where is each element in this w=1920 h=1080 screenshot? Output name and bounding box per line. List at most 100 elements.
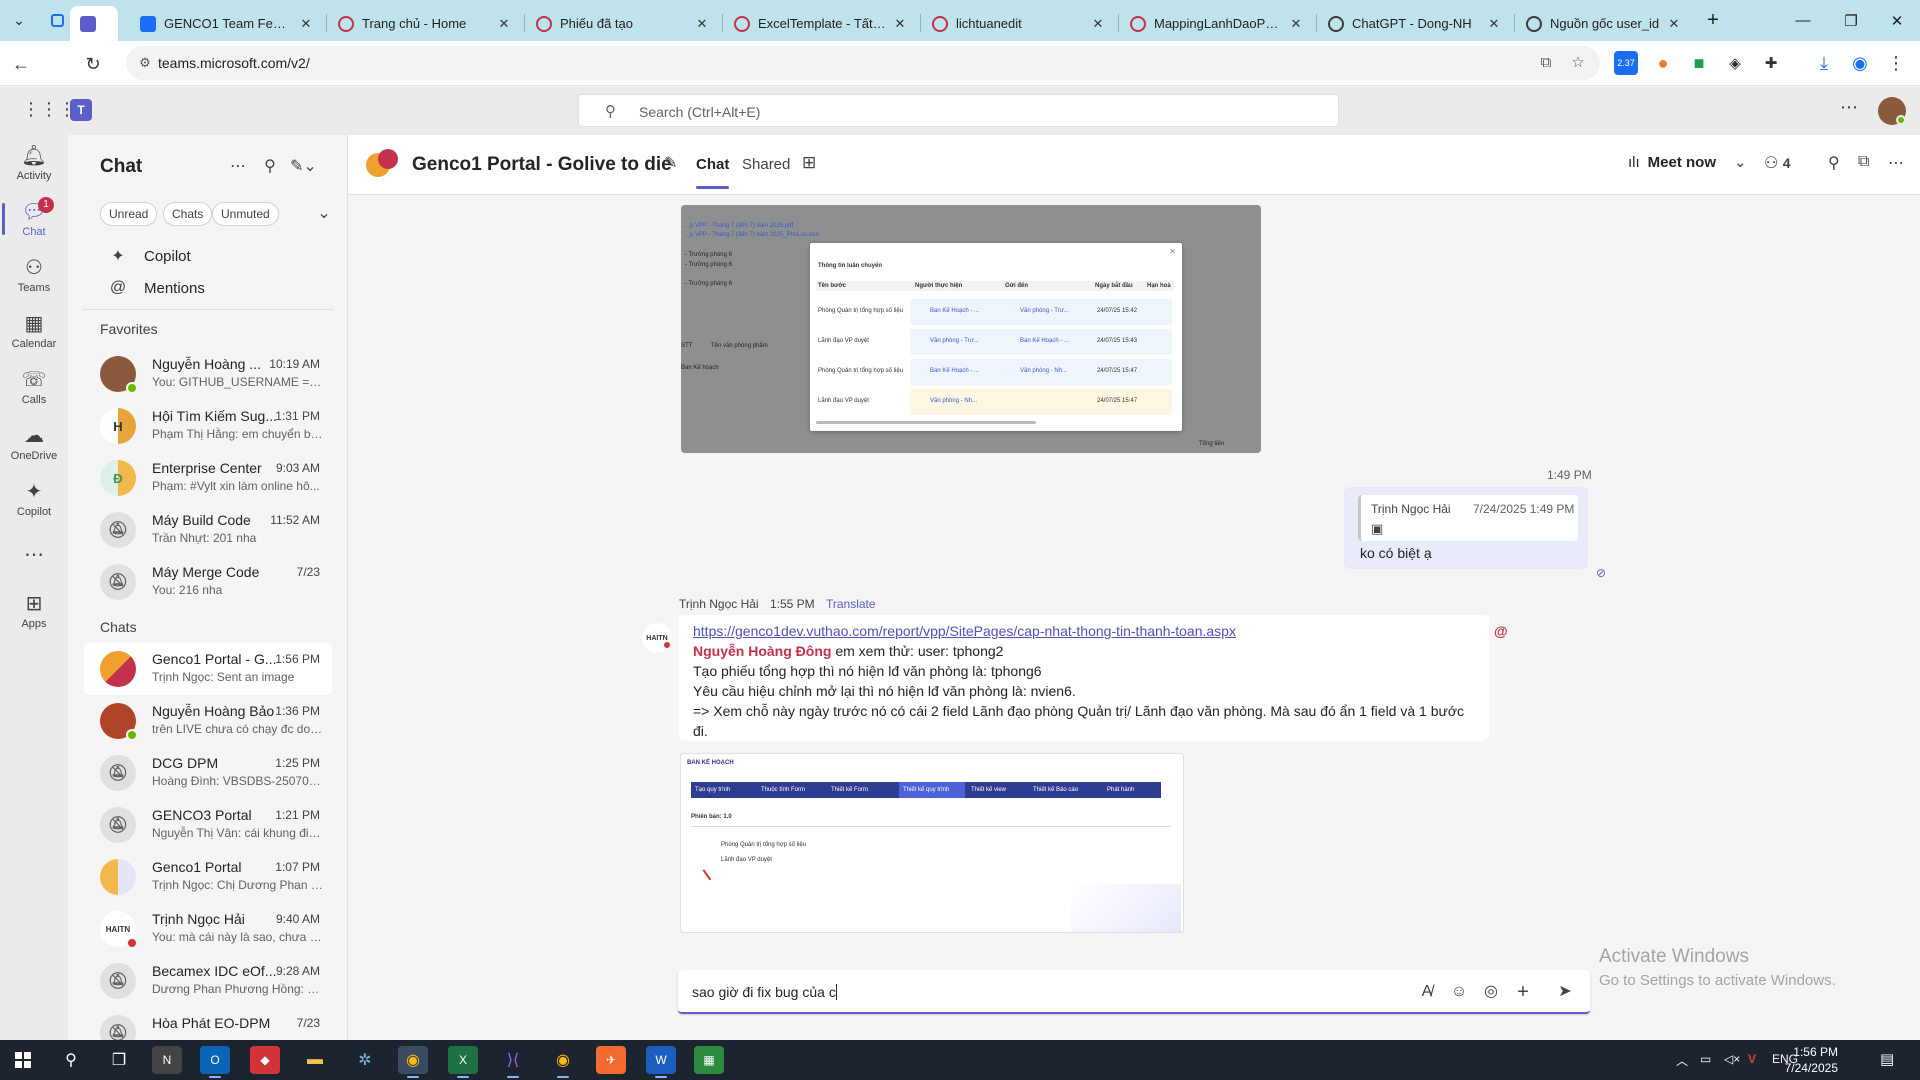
browser-tab-1[interactable]: GENCO1 Team Features ✕ [130, 6, 324, 41]
chrome-icon[interactable]: ◉ [398, 1046, 428, 1078]
new-tab-plus-icon[interactable]: + [1700, 8, 1726, 32]
meet-now-button[interactable]: ılı Meet now ⌄ [1628, 153, 1747, 172]
message-image[interactable]: ...p VPP - Tháng 7 (đến 7) năm 2025.pdf … [681, 205, 1261, 453]
extensions-puzzle-icon[interactable]: ✚ [1759, 51, 1783, 75]
lang-indicator[interactable]: ENG [1772, 1052, 1798, 1066]
participants-button[interactable]: ⚇ 4 [1764, 153, 1791, 173]
close-icon[interactable]: ✕ [892, 16, 908, 32]
format-icon[interactable]: A̸ [1416, 981, 1438, 1003]
message-bubble[interactable]: https://genco1dev.vuthao.com/report/vpp/… [679, 615, 1489, 741]
nav-mentions[interactable]: @ Mentions [68, 272, 347, 304]
search-input[interactable]: ⚲ Search (Ctrl+Alt+E) [578, 94, 1339, 127]
filter-chats[interactable]: Chats [163, 202, 213, 226]
rail-more-apps[interactable]: ⋯ [0, 527, 68, 583]
spreadsheet-app-icon[interactable]: ▦ [694, 1046, 724, 1074]
more-options-icon[interactable]: ⋯ [226, 155, 250, 179]
message-bubble-self[interactable]: Trịnh Ngọc Hải 7/24/2025 1:49 PM ▣ ko có… [1344, 487, 1588, 569]
close-icon[interactable]: ✕ [298, 16, 314, 32]
network-app-icon[interactable]: ✲ [350, 1046, 380, 1074]
chat-list-item[interactable]: Nguyễn Hoàng Bảo 1:36 PM trên LIVE chưa … [84, 695, 332, 747]
chat-list-item[interactable]: 🔕︎ Becamex IDC eOf... 9:28 AM Dương Phan… [84, 955, 332, 1007]
notion-icon[interactable]: N [152, 1046, 182, 1074]
tab-chat[interactable]: Chat [696, 156, 730, 189]
chrome-profile-icon[interactable]: ◉ [548, 1046, 578, 1078]
chat-list-item[interactable]: Genco1 Portal 1:07 PM Trịnh Ngọc: Chị Dư… [84, 851, 332, 903]
message-image[interactable]: BAN KẾ HOẠCH Tạo quy trình Thuộc tính Fo… [680, 753, 1184, 933]
filter-unread[interactable]: Unread [100, 202, 158, 226]
compose-box[interactable]: sao giờ đi fix bug của c A̸ ☺ ◎ + ➤ [678, 970, 1590, 1014]
send-icon[interactable]: ➤ [1554, 981, 1576, 1003]
minimize-icon[interactable]: — [1780, 0, 1826, 41]
file-explorer-icon[interactable]: ▬ [300, 1046, 330, 1074]
app-launcher-icon[interactable]: ⋮⋮⋮ [22, 99, 76, 120]
chat-list-item[interactable]: 🔕︎ GENCO3 Portal 1:21 PM Nguyễn Thị Vân:… [84, 799, 332, 851]
rail-item-copilot[interactable]: ✦ Copilot [0, 471, 68, 527]
back-arrow-icon[interactable]: ← [6, 49, 36, 79]
chat-list-item[interactable]: 🔕︎ DCG DPM 1:25 PM Hoàng Đình: VBSDBS-25… [84, 747, 332, 799]
install-app-icon[interactable]: ⧉ [1536, 54, 1556, 74]
visual-studio-icon[interactable]: ⟩⟨ [498, 1046, 528, 1078]
close-icon[interactable]: ✕ [694, 16, 710, 32]
chat-list-item-active[interactable]: Genco1 Portal - G... 1:56 PM Trịnh Ngọc:… [84, 643, 332, 695]
chat-list-item[interactable]: Nguyễn Hoàng ... 10:19 AM You: GITHUB_US… [84, 348, 332, 400]
tab-shared[interactable]: Shared [742, 156, 790, 173]
close-icon[interactable]: ✕ [1288, 16, 1304, 32]
edit-pencil-icon[interactable]: ✎ [664, 153, 677, 173]
reload-icon[interactable]: ↻ [78, 49, 108, 79]
browser-tab-7[interactable]: ChatGPT - Dong-NH ✕ [1318, 6, 1512, 41]
chat-list-item[interactable]: H Hội Tìm Kiếm Sug... 1:31 PM Phạm Thị H… [84, 400, 332, 452]
search-icon[interactable]: ⚲ [258, 155, 282, 179]
download-icon[interactable]: ⤓ [1812, 51, 1836, 75]
loop-icon[interactable]: ◎ [1480, 981, 1502, 1003]
site-info-icon[interactable]: ⚙ [136, 54, 154, 72]
outlook-icon[interactable]: O [200, 1046, 230, 1078]
chat-list-item[interactable]: 🔕︎ Máy Build Code 11:52 AM Trần Nhựt: 20… [84, 504, 332, 556]
chat-list-item[interactable]: 🔕︎ Hòa Phát EO-DPM 7/23 [84, 1007, 332, 1040]
more-options-icon[interactable]: ⋯ [1888, 153, 1904, 173]
system-clock[interactable]: 1:56 PM 7/24/2025 [1700, 1044, 1838, 1076]
extension-green-icon[interactable]: ■ [1687, 51, 1711, 75]
close-icon[interactable]: ✕ [496, 16, 512, 32]
rail-item-activity[interactable]: 🔔︎ Activity [0, 135, 68, 191]
bookmark-star-icon[interactable]: ☆ [1568, 54, 1588, 74]
extension-shield-icon[interactable]: ◈ [1723, 51, 1747, 75]
close-icon[interactable]: ✕ [1666, 16, 1682, 32]
postman-icon[interactable]: ✈ [596, 1046, 626, 1074]
translate-link[interactable]: Translate [826, 597, 876, 611]
tab-group-icon[interactable] [44, 8, 70, 32]
extension-orange-icon[interactable]: ● [1651, 51, 1675, 75]
tab-teams-active[interactable] [70, 6, 118, 41]
tray-chevron-up-icon[interactable]: ︿ [1676, 1052, 1688, 1069]
tab-search-chevron-icon[interactable]: ⌄ [6, 8, 32, 32]
restore-icon[interactable]: ❐ [1828, 0, 1874, 41]
quoted-reply[interactable]: Trịnh Ngọc Hải 7/24/2025 1:49 PM ▣ [1358, 495, 1578, 541]
browser-tab-4[interactable]: ExcelTemplate - Tất cả ✕ [724, 6, 918, 41]
task-view-icon[interactable]: ❐ [104, 1046, 134, 1074]
rail-item-onedrive[interactable]: ☁ OneDrive [0, 415, 68, 471]
new-chat-icon[interactable]: ✎⌄ [290, 155, 317, 179]
anydesk-icon[interactable]: ◆ [250, 1046, 280, 1074]
more-options-icon[interactable]: ⋯ [1840, 97, 1858, 118]
windows-start-icon[interactable] [8, 1046, 38, 1074]
rail-item-apps[interactable]: ⊞ Apps [0, 583, 68, 639]
message-link[interactable]: https://genco1dev.vuthao.com/report/vpp/… [693, 623, 1236, 639]
filter-unmuted[interactable]: Unmuted [212, 202, 279, 226]
chat-list-item[interactable]: HAITN Trịnh Ngọc Hải 9:40 AM You: mà cái… [84, 903, 332, 955]
search-icon[interactable]: ⚲ [56, 1046, 86, 1074]
browser-tab-5[interactable]: lichtuanedit ✕ [922, 6, 1116, 41]
chevron-down-icon[interactable]: ⌄ [312, 202, 336, 226]
chat-list-item[interactable]: Đ Enterprise Center 9:03 AM Phạm: #Vylt … [84, 452, 332, 504]
excel-icon[interactable]: X [448, 1046, 478, 1078]
search-icon[interactable]: ⚲ [1828, 153, 1840, 173]
emoji-icon[interactable]: ☺ [1448, 981, 1470, 1003]
close-icon[interactable]: ✕ [1486, 16, 1502, 32]
chevron-down-icon[interactable]: ⌄ [1734, 153, 1747, 171]
address-bar[interactable]: ⚙ teams.microsoft.com/v2/ ⧉ ☆ [126, 46, 1600, 80]
compose-input[interactable]: sao giờ đi fix bug của c [692, 984, 837, 1000]
rail-item-calls[interactable]: ☏ Calls [0, 359, 68, 415]
browser-tab-8[interactable]: Nguồn gốc user_id ✕ [1516, 6, 1692, 41]
browser-tab-3[interactable]: Phiếu đã tạo ✕ [526, 6, 720, 41]
browser-tab-6[interactable]: MappingLanhDaoPhong ✕ [1120, 6, 1314, 41]
rail-item-teams[interactable]: ⚇ Teams [0, 247, 68, 303]
mention[interactable]: Nguyễn Hoàng Đông [693, 643, 831, 659]
